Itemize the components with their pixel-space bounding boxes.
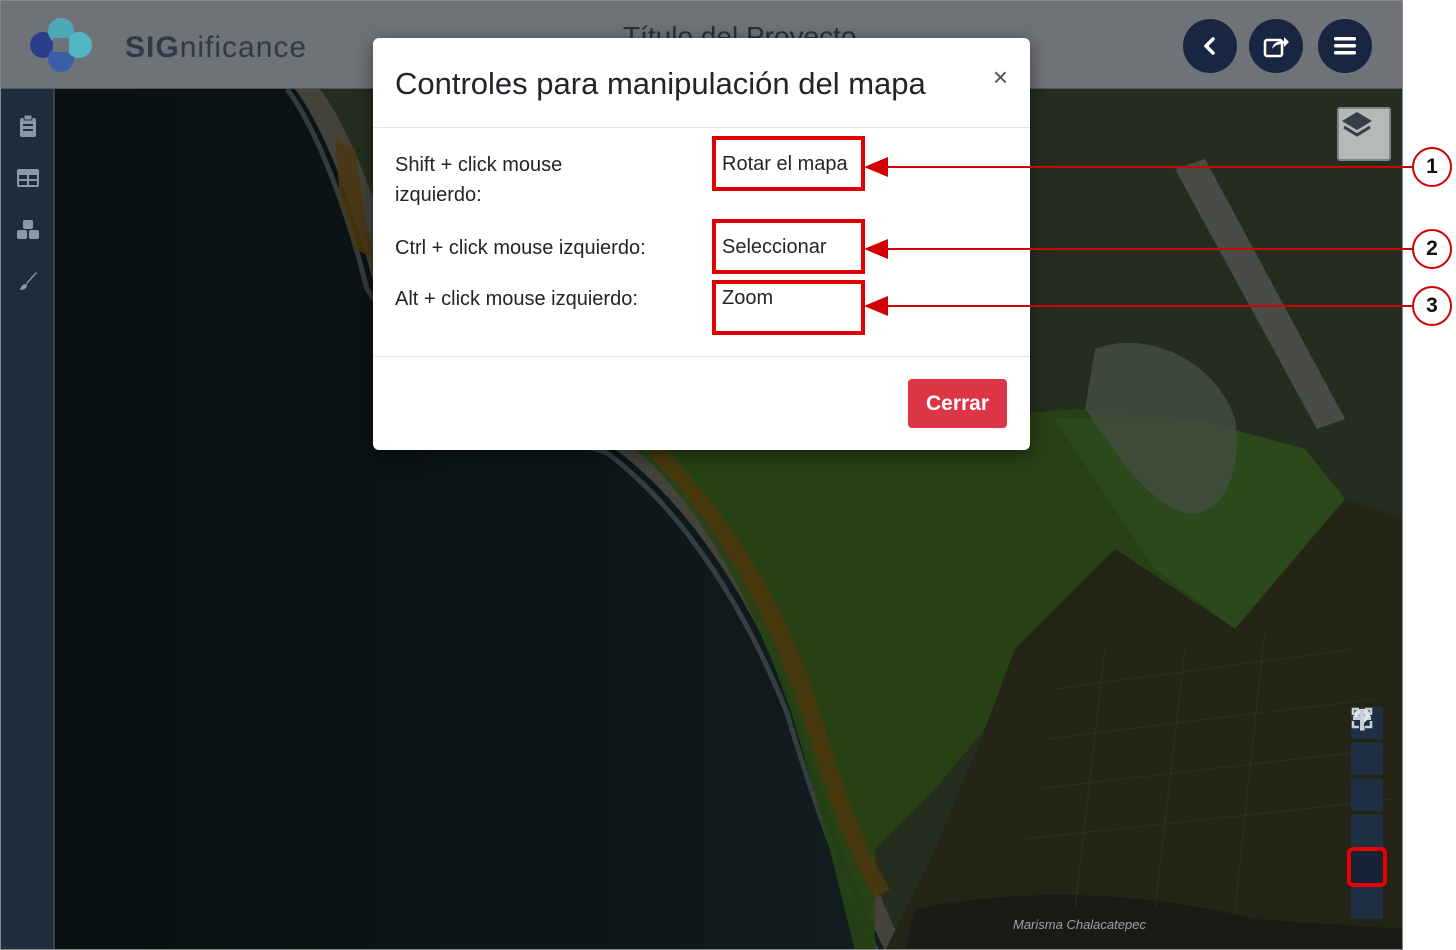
zoom-in-button[interactable] [1351, 709, 1383, 775]
sidebar-item-style[interactable] [13, 267, 43, 297]
close-icon[interactable]: × [993, 64, 1008, 90]
table-icon [17, 169, 39, 187]
back-icon [1204, 37, 1215, 55]
paintbrush-icon [20, 272, 37, 290]
clipboard-icon [20, 114, 36, 137]
sidebar-item-layers[interactable] [13, 215, 43, 245]
back-button[interactable] [1183, 19, 1237, 73]
highlight-box [712, 280, 865, 335]
shortcut-label-select: Ctrl + click mouse izquierdo: [395, 237, 646, 259]
menu-icon [1334, 37, 1356, 55]
significance-logo [30, 18, 92, 72]
zoom-out-button[interactable] [1351, 716, 1383, 811]
map-controls [1347, 707, 1387, 923]
map-controls-dialog: Controles para manipulación del mapa × S… [373, 38, 1030, 450]
highlight-box [712, 219, 865, 274]
reset-north-button[interactable] [1351, 709, 1383, 847]
highlight-box [712, 136, 865, 191]
layers-stack-icon [17, 220, 39, 239]
callout-3: 3 [1412, 286, 1452, 326]
callout-2: 2 [1412, 229, 1452, 269]
brand-name: SIGnificance [125, 31, 308, 64]
layer-switcher-button[interactable] [1337, 107, 1391, 161]
shortcut-label-rotate: Shift + click mouse izquierdo: [395, 154, 563, 206]
share-icon [1263, 37, 1289, 58]
layers-icon [1342, 112, 1372, 137]
share-button[interactable] [1249, 19, 1303, 73]
menu-button[interactable] [1318, 19, 1372, 73]
left-sidebar [1, 89, 55, 949]
app-root: SIGnificance Título del Proyecto Marisma… [0, 0, 1456, 950]
sidebar-item-table[interactable] [13, 163, 43, 193]
close-button[interactable]: Cerrar [908, 379, 1007, 428]
callout-1: 1 [1412, 147, 1452, 187]
shortcut-label-zoom: Alt + click mouse izquierdo: [395, 288, 638, 310]
help-button[interactable] [1347, 708, 1387, 887]
info-icon [1360, 709, 1364, 729]
dialog-title: Controles para manipulación del mapa [395, 66, 926, 101]
map-attribution: Marisma Chalacatepec [1013, 917, 1146, 932]
dialog-header: Controles para manipulación del mapa × [373, 38, 1030, 128]
sidebar-item-clipboard[interactable] [13, 111, 43, 141]
info-button[interactable] [1351, 709, 1383, 919]
